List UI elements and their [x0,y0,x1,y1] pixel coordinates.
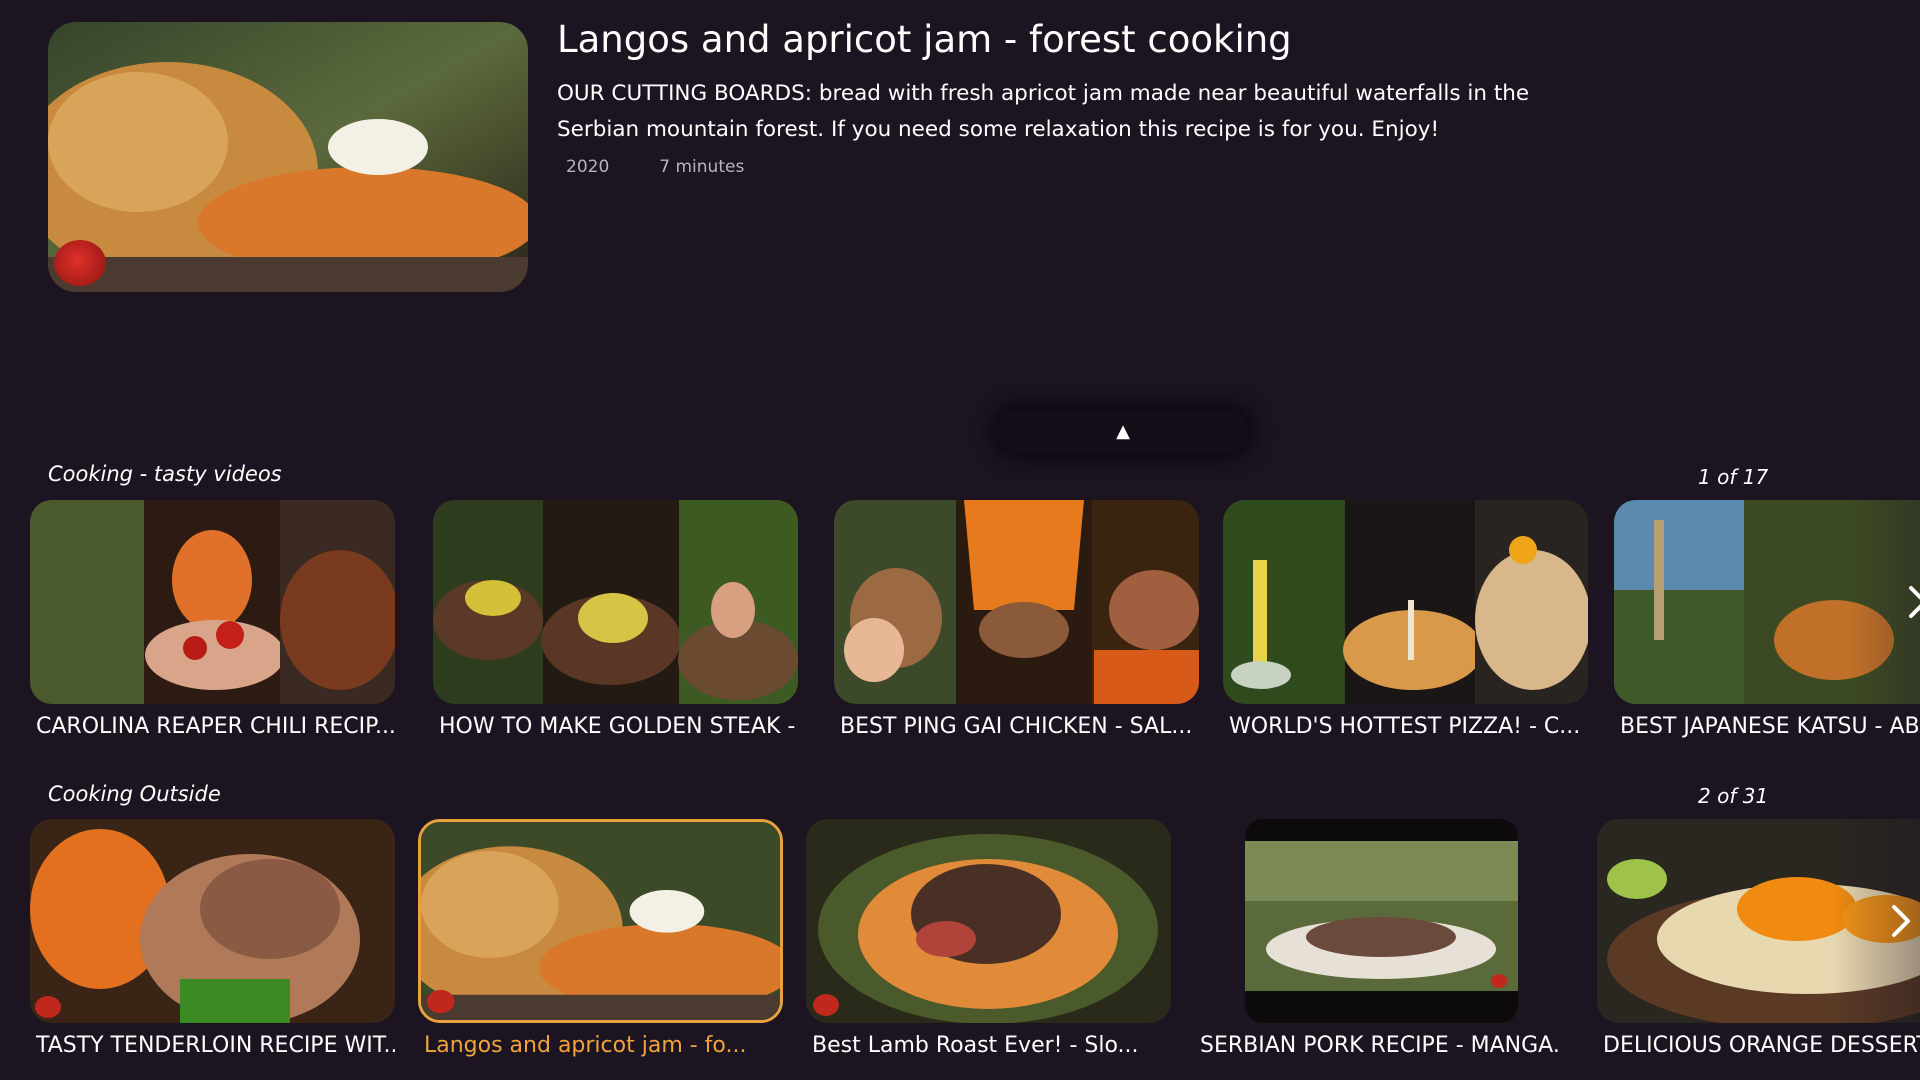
video-card[interactable]: TASTY TENDERLOIN RECIPE WIT... [30,819,395,1058]
hero-duration: 7 minutes [659,157,745,177]
hero-description: OUR CUTTING BOARDS: bread with fresh apr… [557,81,1530,142]
video-title: WORLD'S HOTTEST PIZZA! - C... [1229,714,1581,739]
video-thumbnail [806,819,1171,1023]
video-card[interactable]: Best Lamb Roast Ever! - Slo... [806,819,1171,1058]
chevron-right-icon[interactable] [1899,584,1920,620]
video-title: HOW TO MAKE GOLDEN STEAK - ... [439,714,798,739]
video-thumbnail [834,500,1199,704]
collapse-button[interactable]: ▲ [998,410,1248,452]
video-title: CAROLINA REAPER CHILI RECIP... [36,714,395,739]
video-thumbnail [1194,819,1559,1023]
video-card-selected[interactable]: Langos and apricot jam - fo... [418,819,783,1058]
video-thumbnail [418,819,783,1023]
video-title: DELICIOUS ORANGE DESSERT [1603,1033,1920,1058]
video-card[interactable]: BEST JAPANESE KATSU - ABA [1614,500,1920,739]
video-thumbnail [433,500,798,704]
video-title: Best Lamb Roast Ever! - Slo... [812,1033,1139,1058]
video-card[interactable]: HOW TO MAKE GOLDEN STEAK - ... [433,500,798,739]
video-card[interactable]: WORLD'S HOTTEST PIZZA! - C... [1223,500,1588,739]
hero-title: Langos and apricot jam - forest cooking [557,18,1292,61]
chevron-right-icon[interactable] [1882,903,1918,939]
row-title-cooking-outside: Cooking Outside [48,782,221,806]
video-thumbnail [30,819,395,1023]
row-counter: 2 of 31 [1698,784,1769,808]
hero-thumbnail [48,22,528,292]
video-title: BEST PING GAI CHICKEN - SAL... [840,714,1193,739]
video-card[interactable]: CAROLINA REAPER CHILI RECIP... [30,500,395,739]
row-counter: 1 of 17 [1698,465,1769,489]
video-title: TASTY TENDERLOIN RECIPE WIT... [36,1033,395,1058]
collapse-up-icon: ▲ [1116,420,1130,442]
channel-logo-icon [54,240,106,286]
video-thumbnail [30,500,395,704]
video-title: Langos and apricot jam - fo... [424,1033,747,1058]
video-card[interactable]: BEST PING GAI CHICKEN - SAL... [834,500,1199,739]
video-thumbnail [1597,819,1920,1023]
video-card[interactable]: SERBIAN PORK RECIPE - MANGA... [1194,819,1559,1058]
video-card[interactable]: DELICIOUS ORANGE DESSERT [1597,819,1920,1058]
hero-meta: 2020 7 minutes [566,157,744,177]
video-thumbnail [1223,500,1588,704]
video-title: SERBIAN PORK RECIPE - MANGA... [1200,1033,1559,1058]
row-title-cooking-tasty-videos: Cooking - tasty videos [48,462,282,486]
video-title: BEST JAPANESE KATSU - ABA [1620,714,1920,739]
hero-year: 2020 [566,157,610,177]
video-thumbnail [1614,500,1920,704]
